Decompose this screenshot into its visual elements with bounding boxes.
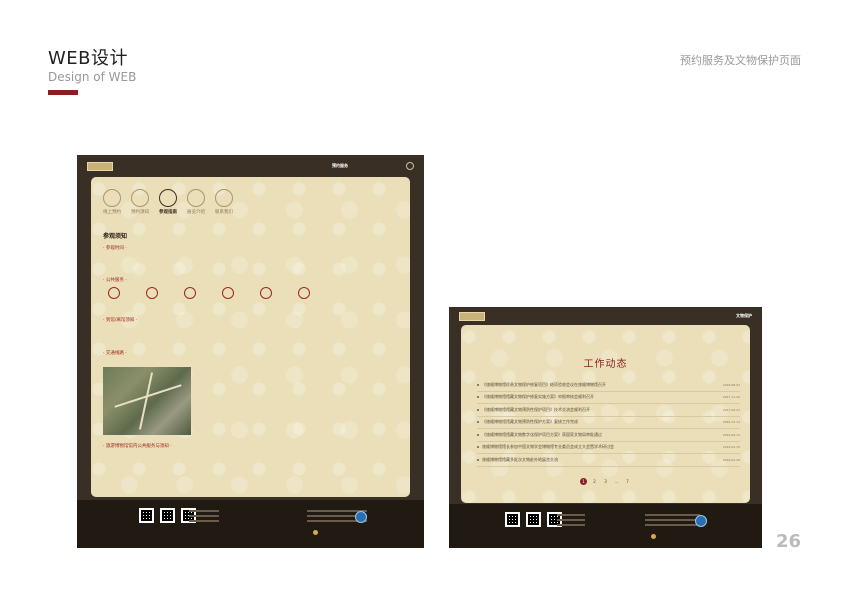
site-footer (77, 500, 424, 548)
relic-protection-page-mockup: 文物保护 工作动态 《旅顺博物馆珍贵文物保护修复项目》结项验收会议在旅顺博物馆召… (449, 307, 762, 548)
page-ellipsis: ... (614, 479, 619, 484)
certification-badge-icon[interactable] (695, 515, 707, 527)
service-item (293, 287, 315, 299)
slide-title: WEB设计 (48, 48, 129, 69)
service-icon (184, 287, 196, 299)
service-icon (108, 287, 120, 299)
service-item (141, 287, 163, 299)
service-icon (146, 287, 158, 299)
news-item[interactable]: 《旅顺博物馆馆藏文物保护修复实施方案》申报审核会顺利召开 2017.11.20 (477, 392, 740, 404)
service-item (179, 287, 201, 299)
slide-subtitle: Design of WEB (48, 70, 137, 84)
service-icon (222, 287, 234, 299)
exhibition-icon (187, 189, 205, 207)
pagination: 1 2 3 ... 7 (580, 478, 631, 485)
top-nav: 预约服务 (77, 155, 424, 177)
news-item[interactable]: 旅顺博物馆馆长参加中国文物学会博物馆专业委员会成立大会暨学术研讨会 2016.04… (477, 442, 740, 454)
booking-icon (103, 189, 121, 207)
bottom-heading: · 旅游博物馆馆内公共服务与须知 · (103, 444, 172, 449)
page-button[interactable]: 7 (624, 478, 631, 485)
tab-booking-notice[interactable]: 预约须知 (129, 189, 151, 215)
traffic-heading: · 交通线路 · (103, 351, 127, 356)
slide-title-block: WEB设计 Design of WEB (48, 44, 136, 95)
service-icon (298, 287, 310, 299)
service-item (217, 287, 239, 299)
content-paper: 工作动态 《旅顺博物馆珍贵文物保护修复项目》结项验收会议在旅顺博物馆召开 2018… (461, 325, 750, 503)
compass-icon (159, 189, 177, 207)
news-list: 《旅顺博物馆珍贵文物保护修复项目》结项验收会议在旅顺博物馆召开 2018.08.0… (477, 379, 740, 467)
phone-icon (215, 189, 233, 207)
footer-info (189, 510, 219, 525)
page-button-current[interactable]: 1 (580, 478, 587, 485)
top-nav: 文物保护 (449, 307, 762, 325)
nav-item-active[interactable]: 预约服务 (332, 163, 348, 169)
visit-time-text (103, 253, 223, 268)
search-icon[interactable] (406, 162, 414, 170)
traffic-text (103, 358, 223, 363)
news-item[interactable]: 旅顺博物馆馆藏多批次文物赴外地展览交流 2016.02.26 (477, 454, 740, 467)
bottom-text (103, 451, 393, 461)
tab-contact[interactable]: 联系我们 (213, 189, 235, 215)
site-footer (449, 504, 762, 548)
reservation-page-mockup: 预约服务 线上预约 预约须知 参观指南 展览介绍 联系我们 参观须知 · 参观时… (77, 155, 424, 548)
footer-info (557, 514, 585, 529)
qr-code (505, 512, 520, 527)
news-item[interactable]: 《旅顺博物馆珍贵文物保护修复项目》结项验收会议在旅顺博物馆召开 2018.08.0… (477, 379, 740, 392)
emblem-icon (313, 530, 318, 535)
emblem-icon (651, 534, 656, 539)
page-title: 参观须知 (103, 233, 128, 240)
service-icon (260, 287, 272, 299)
service-icon-row (103, 287, 315, 299)
content-paper: 线上预约 预约须知 参观指南 展览介绍 联系我们 参观须知 · 参观时间 · ·… (91, 177, 410, 497)
qr-code (160, 508, 175, 523)
news-title: 工作动态 (583, 359, 628, 370)
tab-exhibitions[interactable]: 展览介绍 (185, 189, 207, 215)
qr-code (139, 508, 154, 523)
museum-logo[interactable] (87, 161, 113, 171)
tab-visit-guide[interactable]: 参观指南 (157, 189, 179, 215)
nav-item-active[interactable]: 文物保护 (736, 313, 752, 319)
breadcrumb (401, 187, 402, 191)
page-button[interactable]: 2 (591, 478, 598, 485)
nav-links: 文物保护 (696, 313, 752, 319)
news-item[interactable]: 《旅顺博物馆馆藏文物数字化保护项目方案》获国家文物局审批通过 2016.09.13 (477, 429, 740, 442)
news-item[interactable]: 《旅顺博物馆馆藏文物预防性保护项目》技术交流会顺利召开 2017.06.23 (477, 404, 740, 417)
page-button[interactable]: 3 (602, 478, 609, 485)
breadcrumb (741, 337, 742, 341)
page-number: 26 (775, 531, 801, 552)
qr-code (526, 512, 541, 527)
public-service-heading: · 公共服务 · (103, 278, 127, 283)
notice-text (103, 325, 393, 340)
tab-online-booking[interactable]: 线上预约 (101, 189, 123, 215)
visit-time-heading: · 参观时间 · (103, 246, 127, 251)
title-accent-bar (48, 90, 78, 95)
certification-badge-icon[interactable] (355, 511, 367, 523)
service-item (255, 287, 277, 299)
museum-logo[interactable] (459, 311, 485, 321)
notice-heading: · 到馆/离馆须知 · (103, 318, 138, 323)
section-label: 预约服务及文物保护页面 (680, 54, 801, 67)
news-item[interactable]: 《旅顺博物馆馆藏文物预防性保护方案》复核工作完成 2016.12.14 (477, 417, 740, 429)
service-item (103, 287, 125, 299)
satellite-map[interactable] (103, 367, 191, 435)
notice-icon (131, 189, 149, 207)
nav-links: 预约服务 (320, 162, 414, 170)
tab-icon-row: 线上预约 预约须知 参观指南 展览介绍 联系我们 (101, 189, 235, 215)
